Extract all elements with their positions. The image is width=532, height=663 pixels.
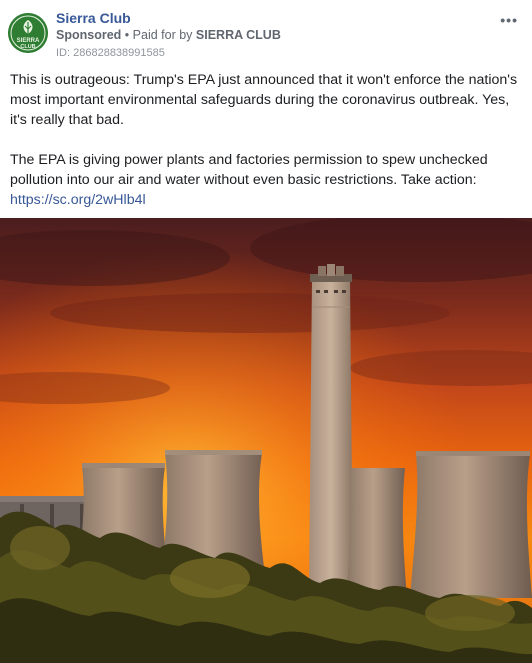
cooling-tower-right (410, 454, 532, 598)
ad-id: ID: 286828838991585 (56, 47, 165, 59)
take-action-link[interactable]: https://sc.org/2wHlb4l (10, 192, 146, 208)
post-text: This is outrageous: Trump's EPA just ann… (10, 70, 522, 210)
sponsored-post: SIERRA CLUB Sierra Club Sponsored • Paid… (0, 0, 532, 663)
more-options-icon[interactable]: ••• (500, 12, 518, 28)
smokestack (309, 264, 353, 593)
paid-for-prefix: Paid for by (132, 28, 193, 42)
post-paragraph-1: This is outrageous: Trump's EPA just ann… (10, 72, 518, 128)
page-avatar[interactable]: SIERRA CLUB (8, 13, 48, 53)
post-image[interactable] (0, 218, 532, 663)
sponsored-label[interactable]: Sponsored (56, 28, 121, 42)
sponsor-meta: Sponsored • Paid for by SIERRA CLUB (56, 28, 281, 42)
cooling-tower-back (346, 468, 407, 598)
power-plant-sunset-image (0, 218, 532, 663)
page-name-link[interactable]: Sierra Club (56, 10, 131, 26)
post-header: SIERRA CLUB Sierra Club Sponsored • Paid… (0, 0, 532, 64)
meta-separator: • (124, 28, 130, 42)
paid-for-by-name: SIERRA CLUB (195, 28, 281, 42)
post-paragraph-2: The EPA is giving power plants and facto… (10, 150, 522, 210)
post-paragraph-2-text: The EPA is giving power plants and facto… (10, 152, 488, 188)
logo-text-club: CLUB (20, 44, 35, 50)
sierra-club-logo-icon: SIERRA CLUB (8, 13, 48, 53)
